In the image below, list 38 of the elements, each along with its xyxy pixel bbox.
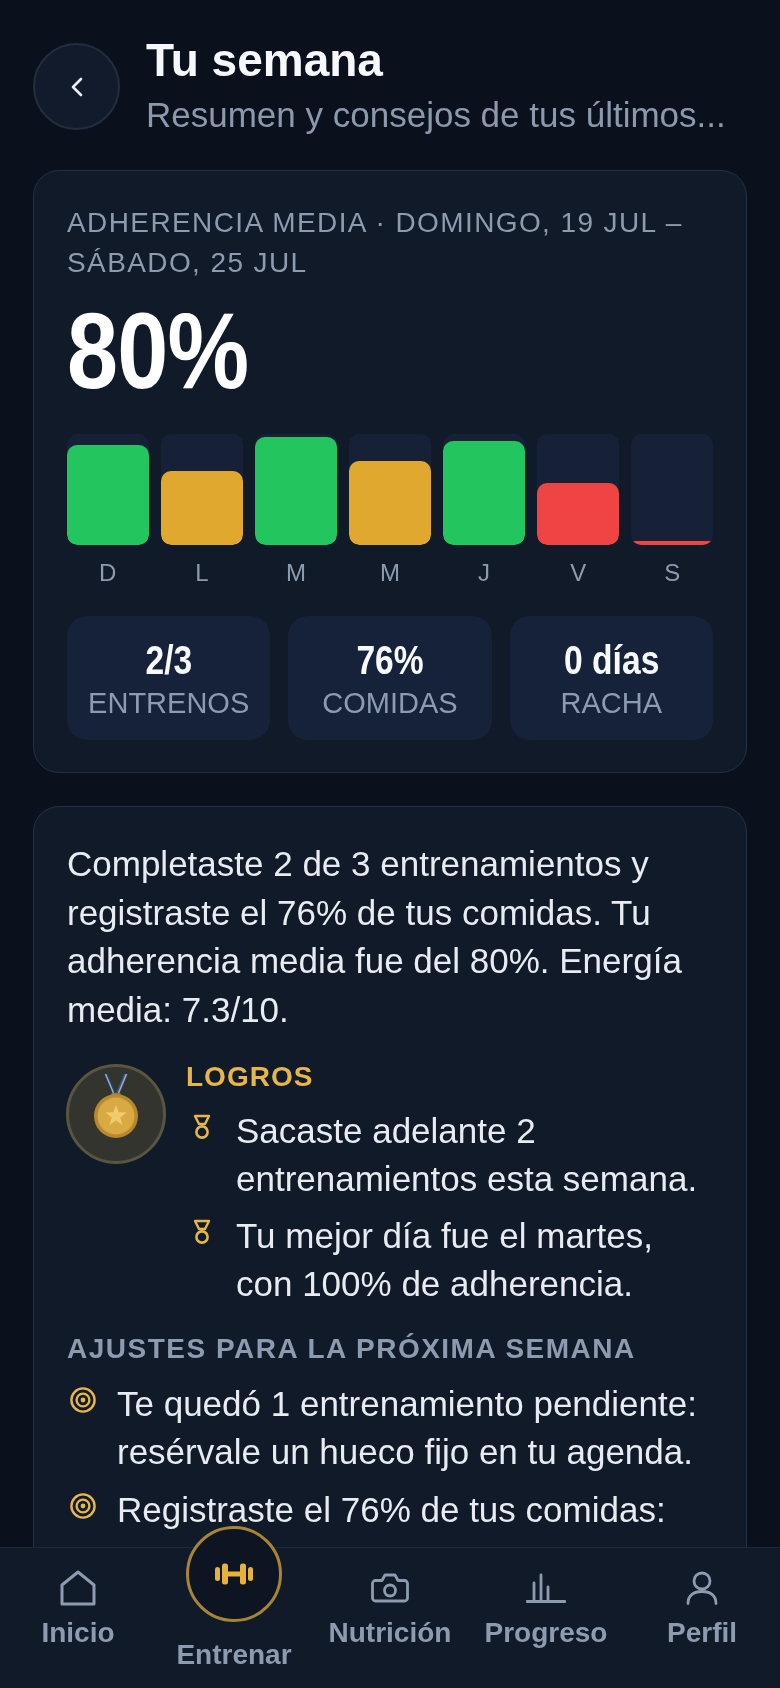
achievement-text: Sacaste adelante 2 entrenamientos esta semana.: [236, 1110, 699, 1200]
day-label: S: [664, 558, 681, 588]
day-label: D: [99, 558, 117, 588]
home-icon: [60, 1570, 96, 1606]
day-label: M: [285, 558, 306, 588]
target-icon: [70, 1493, 96, 1519]
day-label: V: [570, 558, 587, 588]
camera-icon: [371, 1573, 409, 1603]
stat-label: RACHA: [560, 686, 663, 721]
week-title: Tu semana: [146, 35, 383, 85]
nav-tab[interactable]: Progreso: [484, 1548, 608, 1651]
nav-tab[interactable]: Nutrición: [328, 1548, 452, 1651]
week-subtitle: Resumen y consejos de tus últimos...: [146, 95, 726, 135]
summary-paragraph: Completaste 2 de 3 entrenamientos y registraste el 76% de tus comidas. Tu adherencia media fue del 80%. Energía media: 7.3/10.: [67, 843, 683, 1031]
achievement-text: Tu mejor día fue el martes, con 100% de adherencia.: [236, 1215, 654, 1305]
day-label: L: [195, 558, 209, 588]
stat-value: 0 días: [563, 639, 659, 681]
target-icon: [70, 1387, 96, 1413]
adherence-value: 80%: [67, 301, 249, 401]
adjustment-text: Registraste el 76% de tus comidas:: [117, 1489, 666, 1531]
medal-icon: [192, 1114, 212, 1140]
day-label: J: [478, 558, 491, 588]
nav-tab[interactable]: Perfil: [667, 1548, 737, 1651]
adjustment-text: Te quedó 1 entrenamiento pendiente: resérvale un hueco fijo en tu agenda.: [117, 1383, 698, 1473]
stat-value: 76%: [356, 639, 424, 681]
nav-tab[interactable]: Inicio: [41, 1548, 115, 1651]
bar-chart-icon: [526, 1573, 566, 1603]
back-icon: [70, 76, 83, 97]
medal-icon: [192, 1219, 212, 1245]
person-icon: [686, 1571, 718, 1605]
stat-label: COMIDAS: [322, 686, 458, 721]
day-label: M: [380, 558, 400, 588]
stat-label: ENTRENOS: [88, 686, 250, 721]
stat-value: 2/3: [145, 639, 192, 681]
medal-icon: [66, 1064, 166, 1164]
period-caption: ADHERENCIA MEDIA · DOMINGO, 19 JUL – SÁBADO, 25 JUL: [67, 206, 684, 280]
adjustments-title: AJUSTES PARA LA PRÓXIMA SEMANA: [67, 1332, 637, 1366]
achievements-title: LOGROS: [186, 1060, 314, 1094]
